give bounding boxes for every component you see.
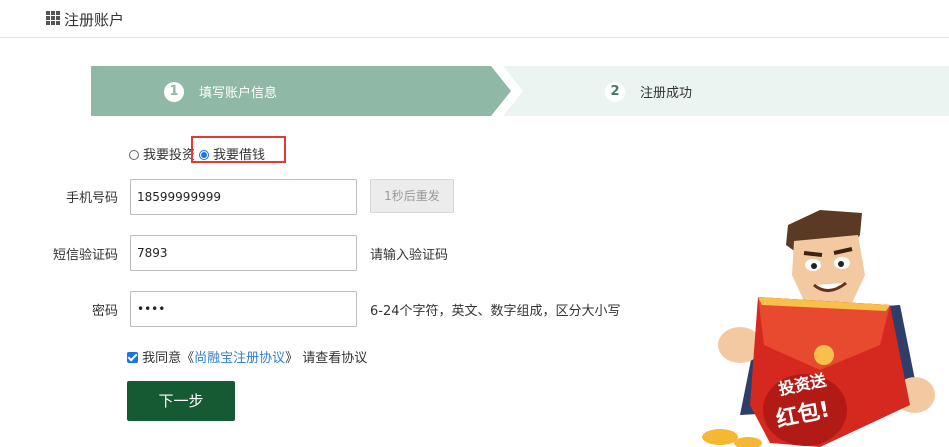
resend-code-button[interactable]: 1秒后重发: [370, 179, 454, 213]
agreement-prefix: 我同意《: [142, 351, 195, 366]
highlight-box: [191, 136, 286, 163]
sms-code-hint: 请输入验证码: [370, 248, 449, 263]
step-label: 注册成功: [640, 86, 693, 101]
step-label: 填写账户信息: [199, 86, 278, 101]
agreement-row: 我同意《尚融宝注册协议》 请查看协议: [127, 347, 367, 366]
grid-icon: [46, 11, 60, 25]
radio-button[interactable]: [129, 150, 139, 160]
password-hint: 6-24个字符，英文、数字组成，区分大小写: [370, 304, 621, 319]
sms-code-label: 短信验证码: [52, 248, 118, 263]
phone-label: 手机号码: [65, 191, 118, 206]
password-label: 密码: [91, 304, 118, 319]
sms-code-input[interactable]: 7893: [130, 235, 357, 271]
password-input[interactable]: ••••: [130, 291, 357, 327]
radio-invest[interactable]: 我要投资: [129, 144, 195, 163]
agreement-link[interactable]: 尚融宝注册协议: [194, 351, 285, 366]
red-envelope-mascot: 投资送 红包!: [702, 210, 935, 447]
page-header: 注册账户: [0, 0, 949, 38]
phone-input[interactable]: 18599999999: [130, 179, 357, 215]
step-number: 1: [164, 82, 184, 102]
step-register-success: 2 注册成功: [503, 66, 949, 116]
agreement-checkbox[interactable]: [127, 352, 138, 363]
page-title: 注册账户: [64, 11, 125, 29]
step-number: 2: [605, 82, 625, 102]
step-fill-info: 1 填写账户信息: [91, 66, 511, 116]
agreement-suffix: 》 请查看协议: [285, 351, 368, 366]
next-step-button[interactable]: 下一步: [127, 381, 235, 421]
